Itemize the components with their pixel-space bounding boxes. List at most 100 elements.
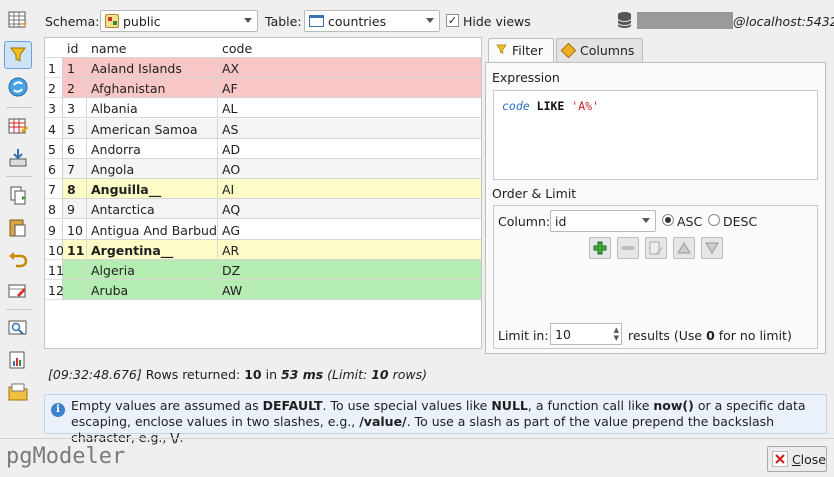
table-row[interactable]: 8 9 Antarctica AQ: [45, 199, 481, 220]
cell-name[interactable]: Afghanistan: [87, 78, 218, 99]
tab-filter[interactable]: Filter: [488, 38, 554, 62]
cell-name[interactable]: Aaland Islands: [87, 58, 218, 78]
cell-name[interactable]: Argentina__: [87, 239, 218, 260]
hide-views-checkbox[interactable]: ✓: [446, 14, 459, 27]
limit-hint: results (Use 0 for no limit): [628, 328, 792, 343]
cell-id[interactable]: 9: [63, 199, 87, 220]
table-row[interactable]: 3 3 Albania AL: [45, 98, 481, 119]
row-number[interactable]: 5: [45, 138, 63, 159]
cell-code[interactable]: AS: [218, 118, 481, 139]
arrow-down-icon: [705, 242, 719, 254]
footer-divider: [0, 438, 834, 439]
table-row[interactable]: 5 6 Andorra AD: [45, 138, 481, 159]
move-down-button[interactable]: [701, 237, 723, 259]
data-grid-icon[interactable]: [4, 6, 32, 34]
row-number[interactable]: 3: [45, 98, 63, 119]
folder-icon[interactable]: [4, 378, 32, 406]
undo-icon[interactable]: [4, 245, 32, 273]
close-button[interactable]: Close: [767, 446, 827, 472]
row-number[interactable]: 11: [45, 260, 64, 280]
cell-id[interactable]: 5: [63, 118, 87, 139]
table-row[interactable]: 12 Aruba AW: [45, 280, 481, 301]
cell-code[interactable]: AW: [218, 280, 481, 301]
row-number[interactable]: 10: [45, 239, 64, 260]
limit-label: Limit in:: [498, 328, 549, 343]
cell-name[interactable]: Algeria: [87, 260, 218, 280]
table-row[interactable]: 9 10 Antigua And Barbuda AG: [45, 219, 481, 240]
edit-order-button[interactable]: [645, 237, 667, 259]
column-header-id[interactable]: id: [67, 41, 78, 56]
paste-icon[interactable]: [4, 213, 32, 241]
schema-select[interactable]: public: [100, 10, 258, 32]
expression-editor[interactable]: code LIKE 'A%': [493, 90, 818, 180]
stats-icon[interactable]: [4, 346, 32, 374]
row-number[interactable]: 6: [45, 159, 63, 179]
cell-id[interactable]: 11: [63, 239, 87, 260]
cell-id[interactable]: [63, 280, 87, 301]
order-column-select[interactable]: id: [550, 210, 656, 232]
row-number[interactable]: 7: [45, 179, 63, 200]
cell-name[interactable]: Andorra: [87, 138, 218, 159]
add-order-button[interactable]: [589, 237, 611, 259]
cell-name[interactable]: Antigua And Barbuda: [87, 219, 218, 240]
table-row[interactable]: 2 2 Afghanistan AF: [45, 78, 481, 99]
hide-views-label: Hide views: [463, 14, 531, 29]
cell-name[interactable]: Aruba: [87, 280, 218, 301]
asc-radio[interactable]: [662, 214, 674, 226]
cell-name[interactable]: Antarctica: [87, 199, 218, 220]
cell-id[interactable]: 10: [63, 219, 87, 240]
cell-id[interactable]: 7: [63, 159, 87, 179]
limit-spinbox[interactable]: 10 ▲ ▼: [550, 323, 622, 345]
cell-code[interactable]: AF: [218, 78, 481, 99]
cell-code[interactable]: AQ: [218, 199, 481, 220]
cell-name[interactable]: Albania: [87, 98, 218, 119]
row-number[interactable]: 12: [45, 280, 64, 301]
cell-name[interactable]: American Samoa: [87, 118, 218, 139]
save-import-icon[interactable]: [4, 144, 32, 172]
row-number[interactable]: 9: [45, 219, 63, 240]
copy-icon[interactable]: [4, 181, 32, 209]
order-limit-title: Order & Limit: [492, 186, 577, 201]
cell-id[interactable]: 6: [63, 138, 87, 159]
table-row[interactable]: 7 8 Anguilla__ AI: [45, 179, 481, 200]
table-row[interactable]: 6 7 Angola AO: [45, 159, 481, 179]
cell-code[interactable]: AD: [218, 138, 481, 159]
cell-code[interactable]: AI: [218, 179, 481, 200]
cell-code[interactable]: AO: [218, 159, 481, 179]
cell-id[interactable]: 1: [63, 58, 87, 78]
cell-id[interactable]: 8: [63, 179, 87, 200]
table-row[interactable]: 1 1 Aaland Islands AX: [45, 58, 481, 78]
remove-order-button[interactable]: [617, 237, 639, 259]
row-number[interactable]: 2: [45, 78, 63, 99]
desc-radio[interactable]: [708, 214, 720, 226]
cell-code[interactable]: AL: [218, 98, 481, 119]
column-header-code[interactable]: code: [222, 41, 252, 56]
cell-name[interactable]: Angola: [87, 159, 218, 179]
table-select[interactable]: countries: [304, 10, 440, 32]
cell-id[interactable]: [63, 260, 87, 280]
row-number[interactable]: 1: [45, 58, 63, 78]
cell-id[interactable]: 2: [63, 78, 87, 99]
cell-code[interactable]: AR: [218, 239, 481, 260]
row-number[interactable]: 8: [45, 199, 63, 220]
move-up-button[interactable]: [673, 237, 695, 259]
cell-name[interactable]: Anguilla__: [87, 179, 218, 200]
filter-icon[interactable]: [4, 41, 32, 69]
table-row[interactable]: 4 5 American Samoa AS: [45, 118, 481, 139]
row-number[interactable]: 4: [45, 118, 63, 139]
cell-code[interactable]: AG: [218, 219, 481, 240]
refresh-icon[interactable]: [4, 73, 32, 101]
column-header-name[interactable]: name: [91, 41, 126, 56]
cell-code[interactable]: DZ: [218, 260, 481, 280]
table-row[interactable]: 10 11 Argentina__ AR: [45, 239, 481, 260]
results-grid[interactable]: id name code 1 1 Aaland Islands AX 2 2 Afghani…: [44, 37, 482, 349]
table-row[interactable]: 11 Algeria DZ: [45, 260, 481, 280]
cell-id[interactable]: 3: [63, 98, 87, 119]
browse-icon[interactable]: [4, 314, 32, 342]
edit-row-icon[interactable]: [4, 277, 32, 305]
chevron-down-icon: [244, 18, 252, 23]
edit-table-icon[interactable]: [4, 112, 32, 140]
spin-arrows-icon[interactable]: ▲ ▼: [614, 326, 619, 342]
tab-columns[interactable]: Columns: [556, 38, 643, 62]
cell-code[interactable]: AX: [218, 58, 481, 78]
